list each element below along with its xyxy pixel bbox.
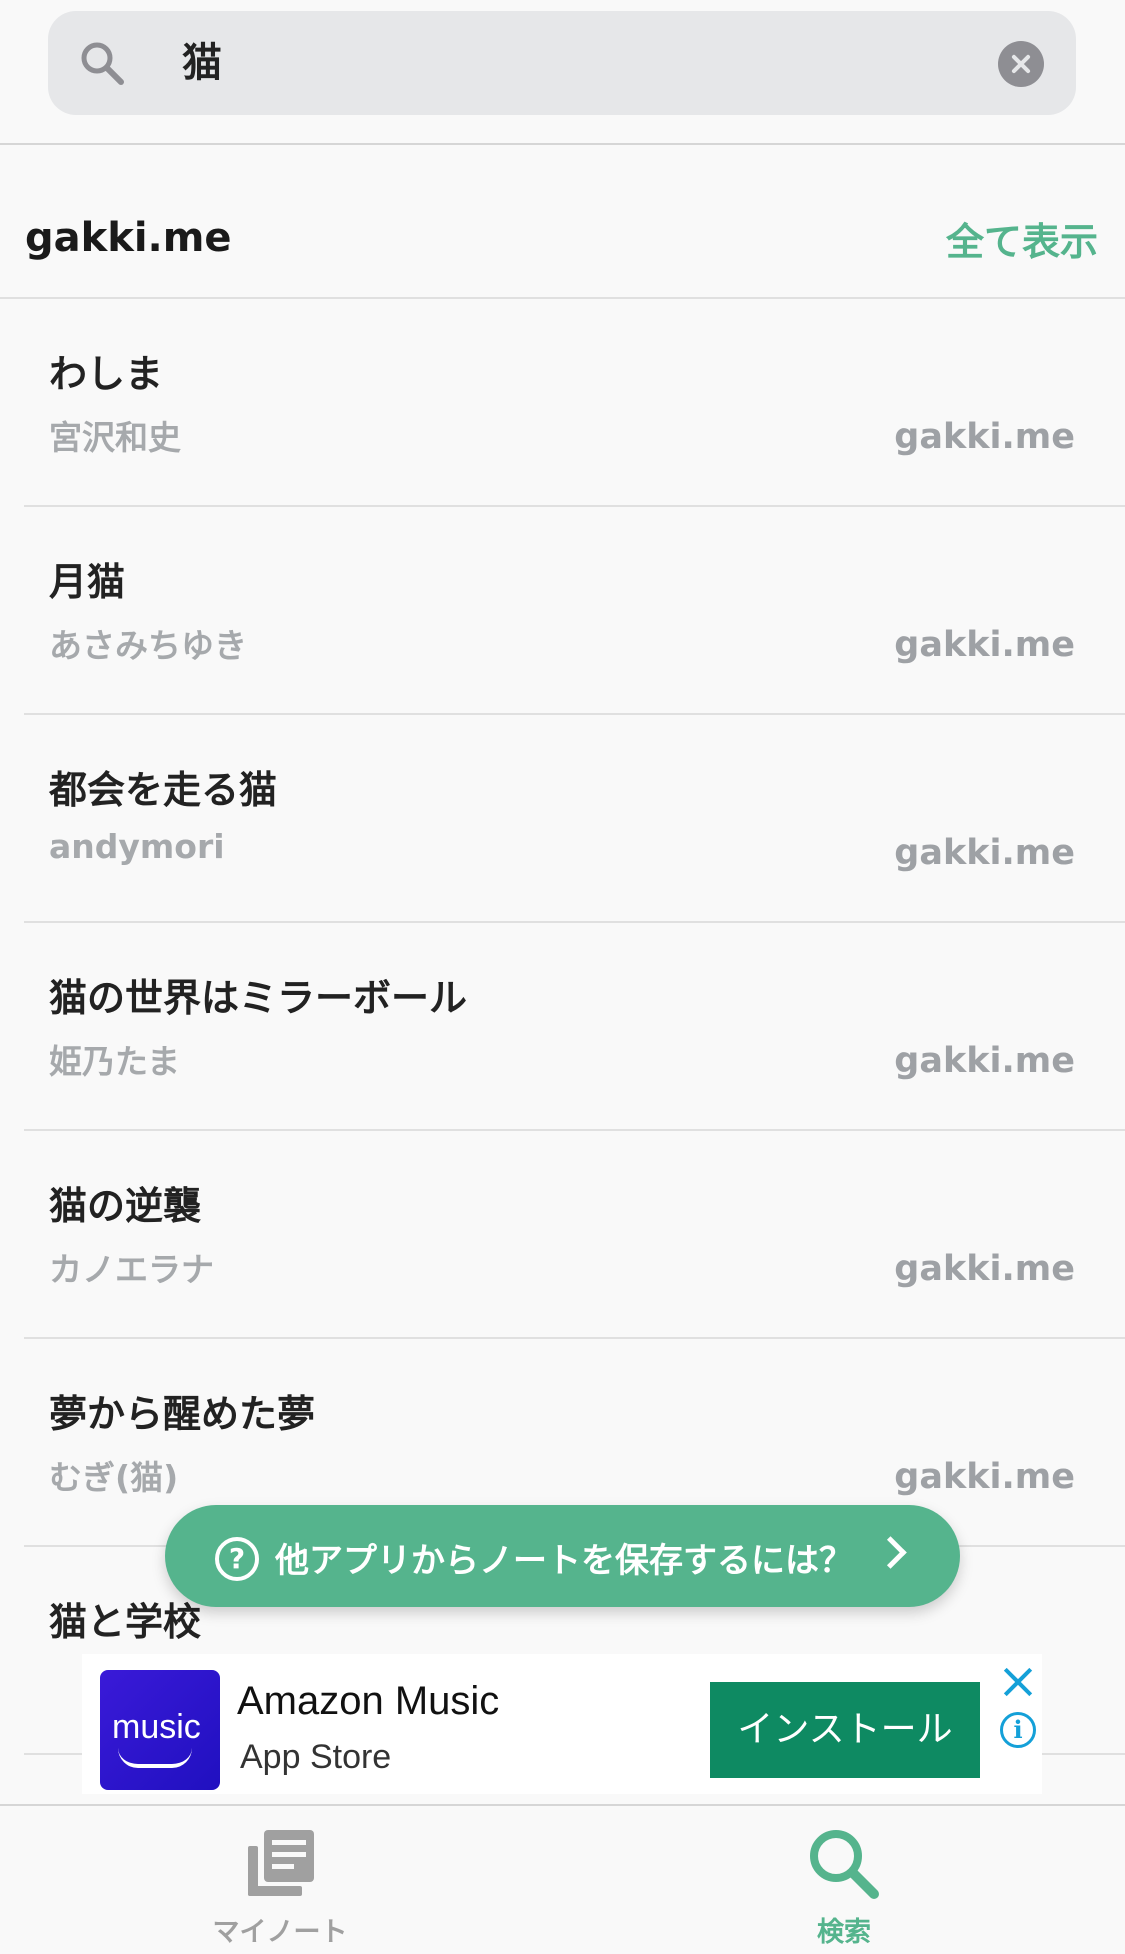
result-source: gakki.me <box>894 833 1075 873</box>
ad-close-icon[interactable] <box>1000 1664 1036 1700</box>
result-title: 夢から醒めた夢 <box>49 1392 316 1436</box>
result-row[interactable]: 猫の逆襲 カノエラナ gakki.me <box>24 1131 1125 1339</box>
result-source: gakki.me <box>894 1457 1075 1497</box>
result-artist: むぎ(猫) <box>49 1458 179 1497</box>
result-source: gakki.me <box>894 1249 1075 1289</box>
search-icon <box>810 1830 879 1899</box>
amazon-music-app-icon: music <box>100 1670 220 1790</box>
result-source: gakki.me <box>894 625 1075 665</box>
result-row[interactable]: 月猫 あさみちゆき gakki.me <box>24 507 1125 715</box>
result-artist: 姫乃たま <box>49 1042 181 1081</box>
amazon-smile-icon <box>118 1748 192 1768</box>
result-title: わしま <box>49 352 164 396</box>
tab-search-label: 検索 <box>817 1917 871 1948</box>
app-icon-text: music <box>112 1708 201 1746</box>
chevron-right-icon <box>874 1536 907 1569</box>
ad-info-icon[interactable]: i <box>1000 1712 1036 1748</box>
show-all-link[interactable]: 全て表示 <box>946 211 1098 266</box>
search-bar-container: 猫 <box>0 0 1125 145</box>
tab-search[interactable]: 検索 <box>694 1806 994 1954</box>
section-header: gakki.me 全て表示 <box>0 145 1125 299</box>
result-artist: andymori <box>49 827 225 866</box>
question-circle-icon: ? <box>215 1537 259 1581</box>
install-button[interactable]: インストール <box>710 1682 980 1778</box>
result-title: 月猫 <box>49 560 126 604</box>
notes-icon <box>248 1830 314 1896</box>
search-field[interactable]: 猫 <box>48 11 1076 115</box>
result-source: gakki.me <box>894 1041 1075 1081</box>
result-title: 猫の世界はミラーボール <box>49 976 468 1020</box>
result-row[interactable]: 都会を走る猫 andymori gakki.me <box>24 715 1125 923</box>
result-row[interactable]: 猫の世界はミラーボール 姫乃たま gakki.me <box>24 923 1125 1131</box>
ad-store-name: App Store <box>240 1738 392 1776</box>
ad-app-name: Amazon Music <box>237 1679 500 1723</box>
tab-bar: マイノート 検索 <box>0 1804 1125 1954</box>
tab-my-notes[interactable]: マイノート <box>130 1806 430 1954</box>
ad-banner[interactable]: music Amazon Music App Store インストール i <box>82 1654 1042 1794</box>
result-artist: カノエラナ <box>49 1250 214 1289</box>
result-title: 猫の逆襲 <box>49 1184 202 1228</box>
result-artist: 宮沢和史 <box>49 418 181 457</box>
save-from-other-apps-button[interactable]: ? 他アプリからノートを保存するには？ <box>165 1505 960 1607</box>
search-icon <box>81 42 124 85</box>
result-source: gakki.me <box>894 417 1075 457</box>
tab-my-notes-label: マイノート <box>212 1917 348 1948</box>
result-artist: あさみちゆき <box>49 626 247 665</box>
search-input-value[interactable]: 猫 <box>182 37 222 89</box>
help-pill-label: 他アプリからノートを保存するには？ <box>275 1541 853 1581</box>
result-row[interactable]: わしま 宮沢和史 gakki.me <box>24 299 1125 507</box>
clear-icon[interactable] <box>998 41 1044 87</box>
result-title: 猫と学校 <box>49 1600 202 1644</box>
result-title: 都会を走る猫 <box>49 768 278 812</box>
section-title: gakki.me <box>25 215 232 261</box>
